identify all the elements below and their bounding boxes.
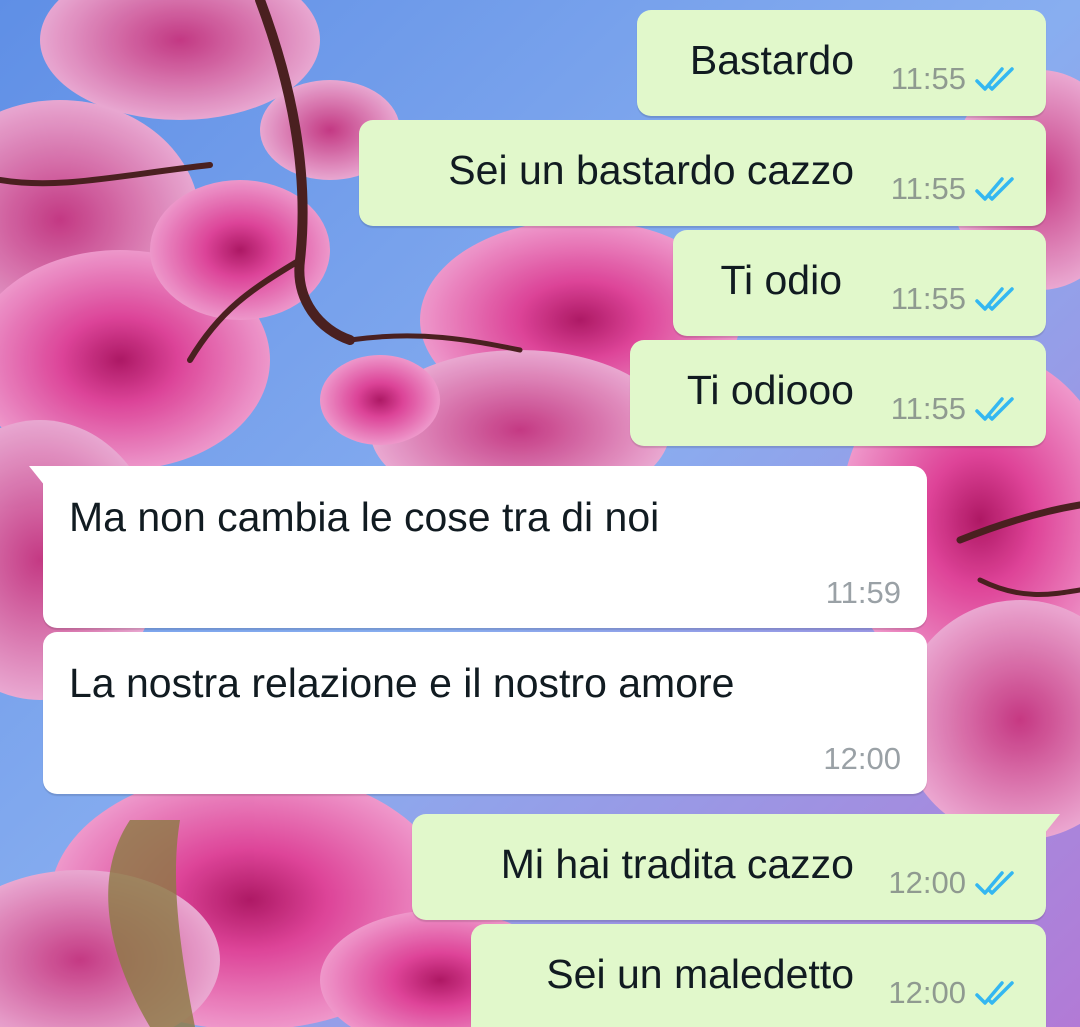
read-double-check-icon [975, 176, 1014, 201]
message-meta: 12:00 [823, 743, 901, 774]
read-double-check-icon [975, 286, 1014, 311]
message-meta: 11:55 [891, 393, 1020, 424]
message-text: Ma non cambia le cose tra di noi [69, 494, 660, 540]
message-meta: 11:55 [891, 283, 1020, 314]
message-meta: 11:55 [891, 63, 1020, 94]
message-bubble-outgoing[interactable]: Bastardo 11:55 [637, 10, 1046, 116]
read-double-check-icon [975, 980, 1014, 1005]
message-text: Mi hai tradita cazzo [500, 841, 854, 887]
message-text: Bastardo [689, 37, 854, 83]
message-bubble-outgoing[interactable]: Sei un maledetto 12:00 [471, 924, 1046, 1027]
message-meta: 12:00 [888, 867, 1020, 898]
message-time: 11:55 [890, 61, 966, 96]
message-bubble-outgoing[interactable]: Sei un bastardo cazzo 11:55 [359, 120, 1046, 226]
message-time: 11:59 [825, 575, 901, 610]
message-time: 11:55 [890, 171, 966, 206]
message-text: Ti odio [720, 257, 842, 303]
message-meta: 12:00 [888, 977, 1020, 1008]
message-bubble-incoming[interactable]: La nostra relazione e il nostro amore 12… [43, 632, 927, 794]
message-meta: 11:55 [891, 173, 1020, 204]
message-time: 12:00 [888, 865, 966, 900]
read-double-check-icon [975, 66, 1014, 91]
message-bubble-incoming[interactable]: Ma non cambia le cose tra di noi 11:59 [29, 466, 927, 628]
bubble-tail [29, 466, 45, 486]
bubble-tail [1044, 814, 1060, 834]
message-bubble-outgoing[interactable]: Ti odiooo 11:55 [630, 340, 1046, 446]
message-time: 12:00 [823, 741, 901, 776]
message-text: Ti odiooo [686, 367, 854, 413]
message-text: Sei un maledetto [546, 951, 854, 997]
message-text: Sei un bastardo cazzo [448, 147, 854, 193]
message-bubble-outgoing[interactable]: Ti odio 11:55 [673, 230, 1046, 336]
message-meta: 11:59 [826, 577, 901, 608]
message-list[interactable]: Bastardo 11:55 Sei un bastardo cazzo 11:… [0, 0, 1080, 1027]
message-bubble-outgoing[interactable]: Mi hai tradita cazzo 12:00 [412, 814, 1060, 920]
message-time: 11:55 [890, 391, 966, 426]
read-double-check-icon [975, 870, 1014, 895]
read-double-check-icon [975, 396, 1014, 421]
message-time: 11:55 [890, 281, 966, 316]
message-text: La nostra relazione e il nostro amore [69, 660, 735, 706]
message-time: 12:00 [888, 975, 966, 1010]
